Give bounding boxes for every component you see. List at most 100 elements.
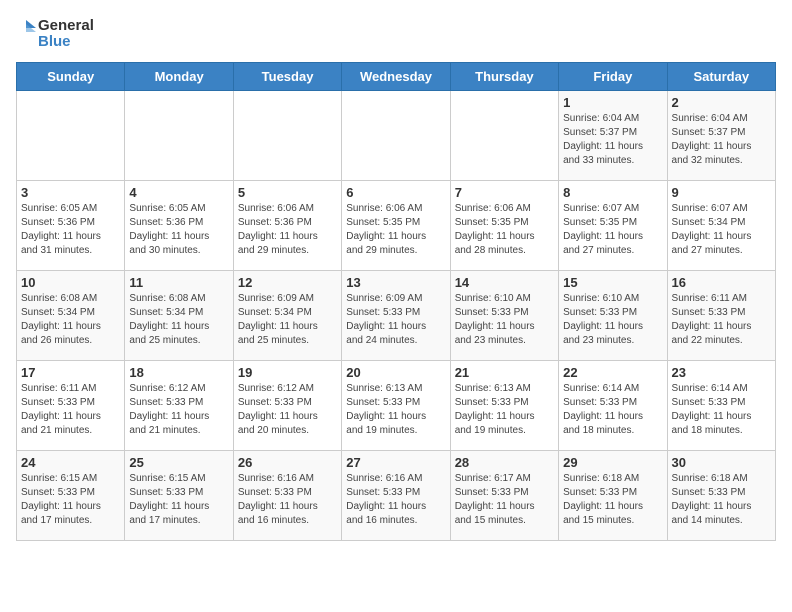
day-number: 22 xyxy=(563,365,662,380)
calendar-cell: 30 Sunrise: 6:18 AM Sunset: 5:33 PM Dayli… xyxy=(667,451,775,541)
day-info: Sunrise: 6:11 AM Sunset: 5:33 PM Dayligh… xyxy=(21,382,120,438)
day-info: Sunrise: 6:12 AM Sunset: 5:33 PM Dayligh… xyxy=(129,382,228,438)
calendar-cell: 9 Sunrise: 6:07 AM Sunset: 5:34 PM Daylig… xyxy=(667,181,775,271)
calendar-cell: 20 Sunrise: 6:13 AM Sunset: 5:33 PM Dayli… xyxy=(342,361,450,451)
day-number: 30 xyxy=(672,455,771,470)
week-row-3: 17 Sunrise: 6:11 AM Sunset: 5:33 PM Dayli… xyxy=(17,361,776,451)
logo: General Blue xyxy=(16,16,94,52)
day-info: Sunrise: 6:17 AM Sunset: 5:33 PM Dayligh… xyxy=(455,472,554,528)
calendar-cell: 18Sunrise: 6:12 AM Sunset: 5:33 PM Dayli… xyxy=(125,361,233,451)
day-number: 16 xyxy=(672,275,771,290)
day-number: 11 xyxy=(129,275,228,290)
day-number: 23 xyxy=(672,365,771,380)
day-number: 20 xyxy=(346,365,445,380)
calendar-cell: 6 Sunrise: 6:06 AM Sunset: 5:35 PM Daylig… xyxy=(342,181,450,271)
day-info: Sunrise: 6:11 AM Sunset: 5:33 PM Dayligh… xyxy=(672,292,771,348)
day-number: 15 xyxy=(563,275,662,290)
calendar-cell: 13Sunrise: 6:09 AM Sunset: 5:33 PM Dayli… xyxy=(342,271,450,361)
calendar-cell: 21Sunrise: 6:13 AM Sunset: 5:33 PM Dayli… xyxy=(450,361,558,451)
calendar-cell: 27 Sunrise: 6:16 AM Sunset: 5:33 PM Dayli… xyxy=(342,451,450,541)
day-info: Sunrise: 6:07 AM Sunset: 5:34 PM Dayligh… xyxy=(672,202,771,258)
logo-bird-icon xyxy=(16,16,36,52)
day-info: Sunrise: 6:05 AM Sunset: 5:36 PM Dayligh… xyxy=(21,202,120,258)
logo-blue-text: Blue xyxy=(38,34,94,51)
calendar-cell: 15 Sunrise: 6:10 AM Sunset: 5:33 PM Dayli… xyxy=(559,271,667,361)
calendar-cell: 22 Sunrise: 6:14 AM Sunset: 5:33 PM Dayli… xyxy=(559,361,667,451)
header-sunday: Sunday xyxy=(17,63,125,91)
calendar-table: SundayMondayTuesdayWednesdayThursdayFrid… xyxy=(16,62,776,541)
header-tuesday: Tuesday xyxy=(233,63,341,91)
day-info: Sunrise: 6:18 AM Sunset: 5:33 PM Dayligh… xyxy=(672,472,771,528)
calendar-cell: 14Sunrise: 6:10 AM Sunset: 5:33 PM Dayli… xyxy=(450,271,558,361)
calendar-cell: 23 Sunrise: 6:14 AM Sunset: 5:33 PM Dayli… xyxy=(667,361,775,451)
calendar-cell: 12 Sunrise: 6:09 AM Sunset: 5:34 PM Dayli… xyxy=(233,271,341,361)
day-number: 6 xyxy=(346,185,445,200)
day-number: 24 xyxy=(21,455,120,470)
calendar-cell xyxy=(342,91,450,181)
calendar-cell: 19 Sunrise: 6:12 AM Sunset: 5:33 PM Dayli… xyxy=(233,361,341,451)
day-info: Sunrise: 6:10 AM Sunset: 5:33 PM Dayligh… xyxy=(455,292,554,348)
calendar-cell: 8Sunrise: 6:07 AM Sunset: 5:35 PM Daylig… xyxy=(559,181,667,271)
day-number: 17 xyxy=(21,365,120,380)
calendar-body: 1 Sunrise: 6:04 AM Sunset: 5:37 PM Daylig… xyxy=(17,91,776,541)
calendar-cell: 2Sunrise: 6:04 AM Sunset: 5:37 PM Daylig… xyxy=(667,91,775,181)
day-number: 1 xyxy=(563,95,662,110)
day-info: Sunrise: 6:10 AM Sunset: 5:33 PM Dayligh… xyxy=(563,292,662,348)
calendar-cell: 11 Sunrise: 6:08 AM Sunset: 5:34 PM Dayli… xyxy=(125,271,233,361)
calendar-cell: 17 Sunrise: 6:11 AM Sunset: 5:33 PM Dayli… xyxy=(17,361,125,451)
header-friday: Friday xyxy=(559,63,667,91)
day-info: Sunrise: 6:14 AM Sunset: 5:33 PM Dayligh… xyxy=(672,382,771,438)
day-number: 10 xyxy=(21,275,120,290)
day-info: Sunrise: 6:07 AM Sunset: 5:35 PM Dayligh… xyxy=(563,202,662,258)
calendar-header: SundayMondayTuesdayWednesdayThursdayFrid… xyxy=(17,63,776,91)
day-info: Sunrise: 6:13 AM Sunset: 5:33 PM Dayligh… xyxy=(455,382,554,438)
day-number: 27 xyxy=(346,455,445,470)
logo-box: General Blue xyxy=(16,16,94,52)
day-info: Sunrise: 6:12 AM Sunset: 5:33 PM Dayligh… xyxy=(238,382,337,438)
day-info: Sunrise: 6:08 AM Sunset: 5:34 PM Dayligh… xyxy=(129,292,228,348)
day-info: Sunrise: 6:06 AM Sunset: 5:36 PM Dayligh… xyxy=(238,202,337,258)
week-row-0: 1 Sunrise: 6:04 AM Sunset: 5:37 PM Daylig… xyxy=(17,91,776,181)
day-info: Sunrise: 6:15 AM Sunset: 5:33 PM Dayligh… xyxy=(21,472,120,528)
day-info: Sunrise: 6:15 AM Sunset: 5:33 PM Dayligh… xyxy=(129,472,228,528)
week-row-1: 3 Sunrise: 6:05 AM Sunset: 5:36 PM Daylig… xyxy=(17,181,776,271)
logo-general-text: General xyxy=(38,18,94,35)
calendar-cell xyxy=(17,91,125,181)
day-info: Sunrise: 6:04 AM Sunset: 5:37 PM Dayligh… xyxy=(672,112,771,168)
day-number: 13 xyxy=(346,275,445,290)
day-info: Sunrise: 6:06 AM Sunset: 5:35 PM Dayligh… xyxy=(346,202,445,258)
day-number: 4 xyxy=(129,185,228,200)
day-number: 3 xyxy=(21,185,120,200)
day-number: 19 xyxy=(238,365,337,380)
day-info: Sunrise: 6:16 AM Sunset: 5:33 PM Dayligh… xyxy=(346,472,445,528)
day-info: Sunrise: 6:18 AM Sunset: 5:33 PM Dayligh… xyxy=(563,472,662,528)
week-row-2: 10 Sunrise: 6:08 AM Sunset: 5:34 PM Dayli… xyxy=(17,271,776,361)
day-number: 25 xyxy=(129,455,228,470)
day-number: 9 xyxy=(672,185,771,200)
calendar-cell: 16 Sunrise: 6:11 AM Sunset: 5:33 PM Dayli… xyxy=(667,271,775,361)
day-number: 5 xyxy=(238,185,337,200)
calendar-cell: 7Sunrise: 6:06 AM Sunset: 5:35 PM Daylig… xyxy=(450,181,558,271)
day-info: Sunrise: 6:16 AM Sunset: 5:33 PM Dayligh… xyxy=(238,472,337,528)
day-info: Sunrise: 6:13 AM Sunset: 5:33 PM Dayligh… xyxy=(346,382,445,438)
day-info: Sunrise: 6:05 AM Sunset: 5:36 PM Dayligh… xyxy=(129,202,228,258)
header-wednesday: Wednesday xyxy=(342,63,450,91)
day-number: 26 xyxy=(238,455,337,470)
calendar-cell: 29Sunrise: 6:18 AM Sunset: 5:33 PM Dayli… xyxy=(559,451,667,541)
week-row-4: 24 Sunrise: 6:15 AM Sunset: 5:33 PM Dayli… xyxy=(17,451,776,541)
header-saturday: Saturday xyxy=(667,63,775,91)
calendar-cell: 5 Sunrise: 6:06 AM Sunset: 5:36 PM Daylig… xyxy=(233,181,341,271)
header-thursday: Thursday xyxy=(450,63,558,91)
day-number: 12 xyxy=(238,275,337,290)
calendar-cell xyxy=(125,91,233,181)
calendar-cell: 3 Sunrise: 6:05 AM Sunset: 5:36 PM Daylig… xyxy=(17,181,125,271)
calendar-cell: 26 Sunrise: 6:16 AM Sunset: 5:33 PM Dayli… xyxy=(233,451,341,541)
calendar-cell xyxy=(233,91,341,181)
day-info: Sunrise: 6:14 AM Sunset: 5:33 PM Dayligh… xyxy=(563,382,662,438)
day-number: 7 xyxy=(455,185,554,200)
calendar-cell: 28Sunrise: 6:17 AM Sunset: 5:33 PM Dayli… xyxy=(450,451,558,541)
day-info: Sunrise: 6:04 AM Sunset: 5:37 PM Dayligh… xyxy=(563,112,662,168)
calendar-cell: 25 Sunrise: 6:15 AM Sunset: 5:33 PM Dayli… xyxy=(125,451,233,541)
header-monday: Monday xyxy=(125,63,233,91)
day-info: Sunrise: 6:09 AM Sunset: 5:34 PM Dayligh… xyxy=(238,292,337,348)
